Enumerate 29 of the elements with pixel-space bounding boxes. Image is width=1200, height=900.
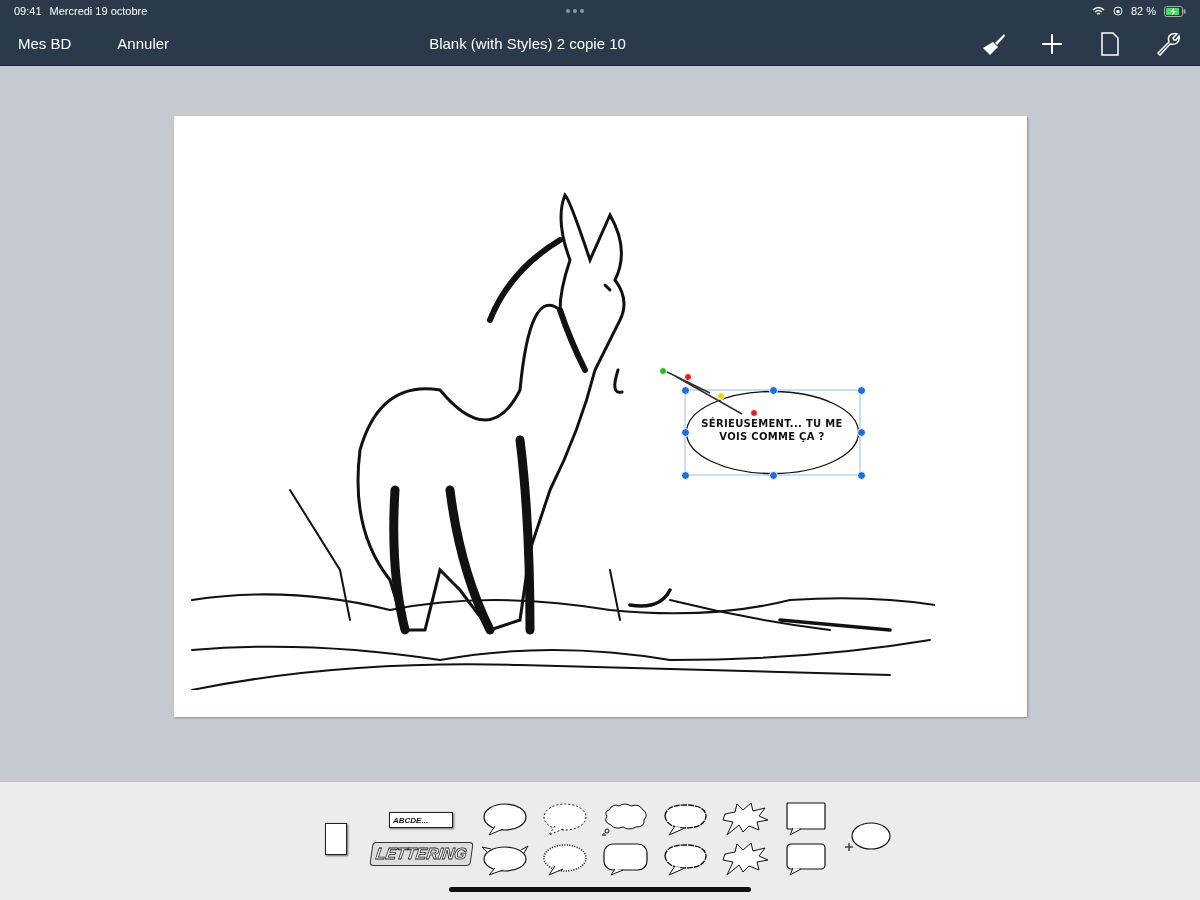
resize-handle[interactable] <box>680 386 690 395</box>
resize-handle[interactable] <box>768 471 778 480</box>
wifi-icon <box>1091 6 1105 16</box>
speech-bubble-text: SÉRIEUSEMENT... TU ME VOIS COMME ÇA ? <box>700 417 844 443</box>
speech-bubble-tool[interactable] <box>481 842 532 876</box>
resize-handle[interactable] <box>856 428 866 437</box>
battery-charging-icon <box>1164 5 1186 17</box>
resize-handle[interactable] <box>680 471 690 480</box>
multitask-dot[interactable] <box>572 9 577 13</box>
nav-button[interactable]: Mes BD <box>18 35 72 52</box>
plus-icon <box>1041 32 1063 55</box>
wrench-icon <box>1156 31 1180 56</box>
status-time: 09:41 <box>14 5 42 17</box>
resize-handle[interactable] <box>680 428 690 437</box>
multitask-dot[interactable] <box>579 9 584 13</box>
caption-tool[interactable]: ABCDE... <box>389 812 453 828</box>
nav-button[interactable]: Annuler <box>117 35 170 52</box>
lock-rotation-icon <box>1112 6 1123 16</box>
multitask-dot[interactable] <box>565 9 570 13</box>
resize-handle[interactable] <box>856 471 866 480</box>
spiky-oval-bubble-icon <box>481 842 532 876</box>
page-icon <box>1101 31 1119 56</box>
selected-speech-bubble[interactable]: SÉRIEUSEMENT... TU ME VOIS COMME ÇA ? <box>679 385 865 480</box>
resize-handle[interactable] <box>856 386 866 395</box>
panel-tool[interactable] <box>324 823 347 855</box>
document-title: Blank (with Styles) 2 copie 10 <box>428 35 627 52</box>
resize-handle[interactable] <box>768 386 778 395</box>
status-date: Mercredi 19 octobre <box>49 5 148 17</box>
battery-percentage: 82 % <box>1130 5 1156 17</box>
